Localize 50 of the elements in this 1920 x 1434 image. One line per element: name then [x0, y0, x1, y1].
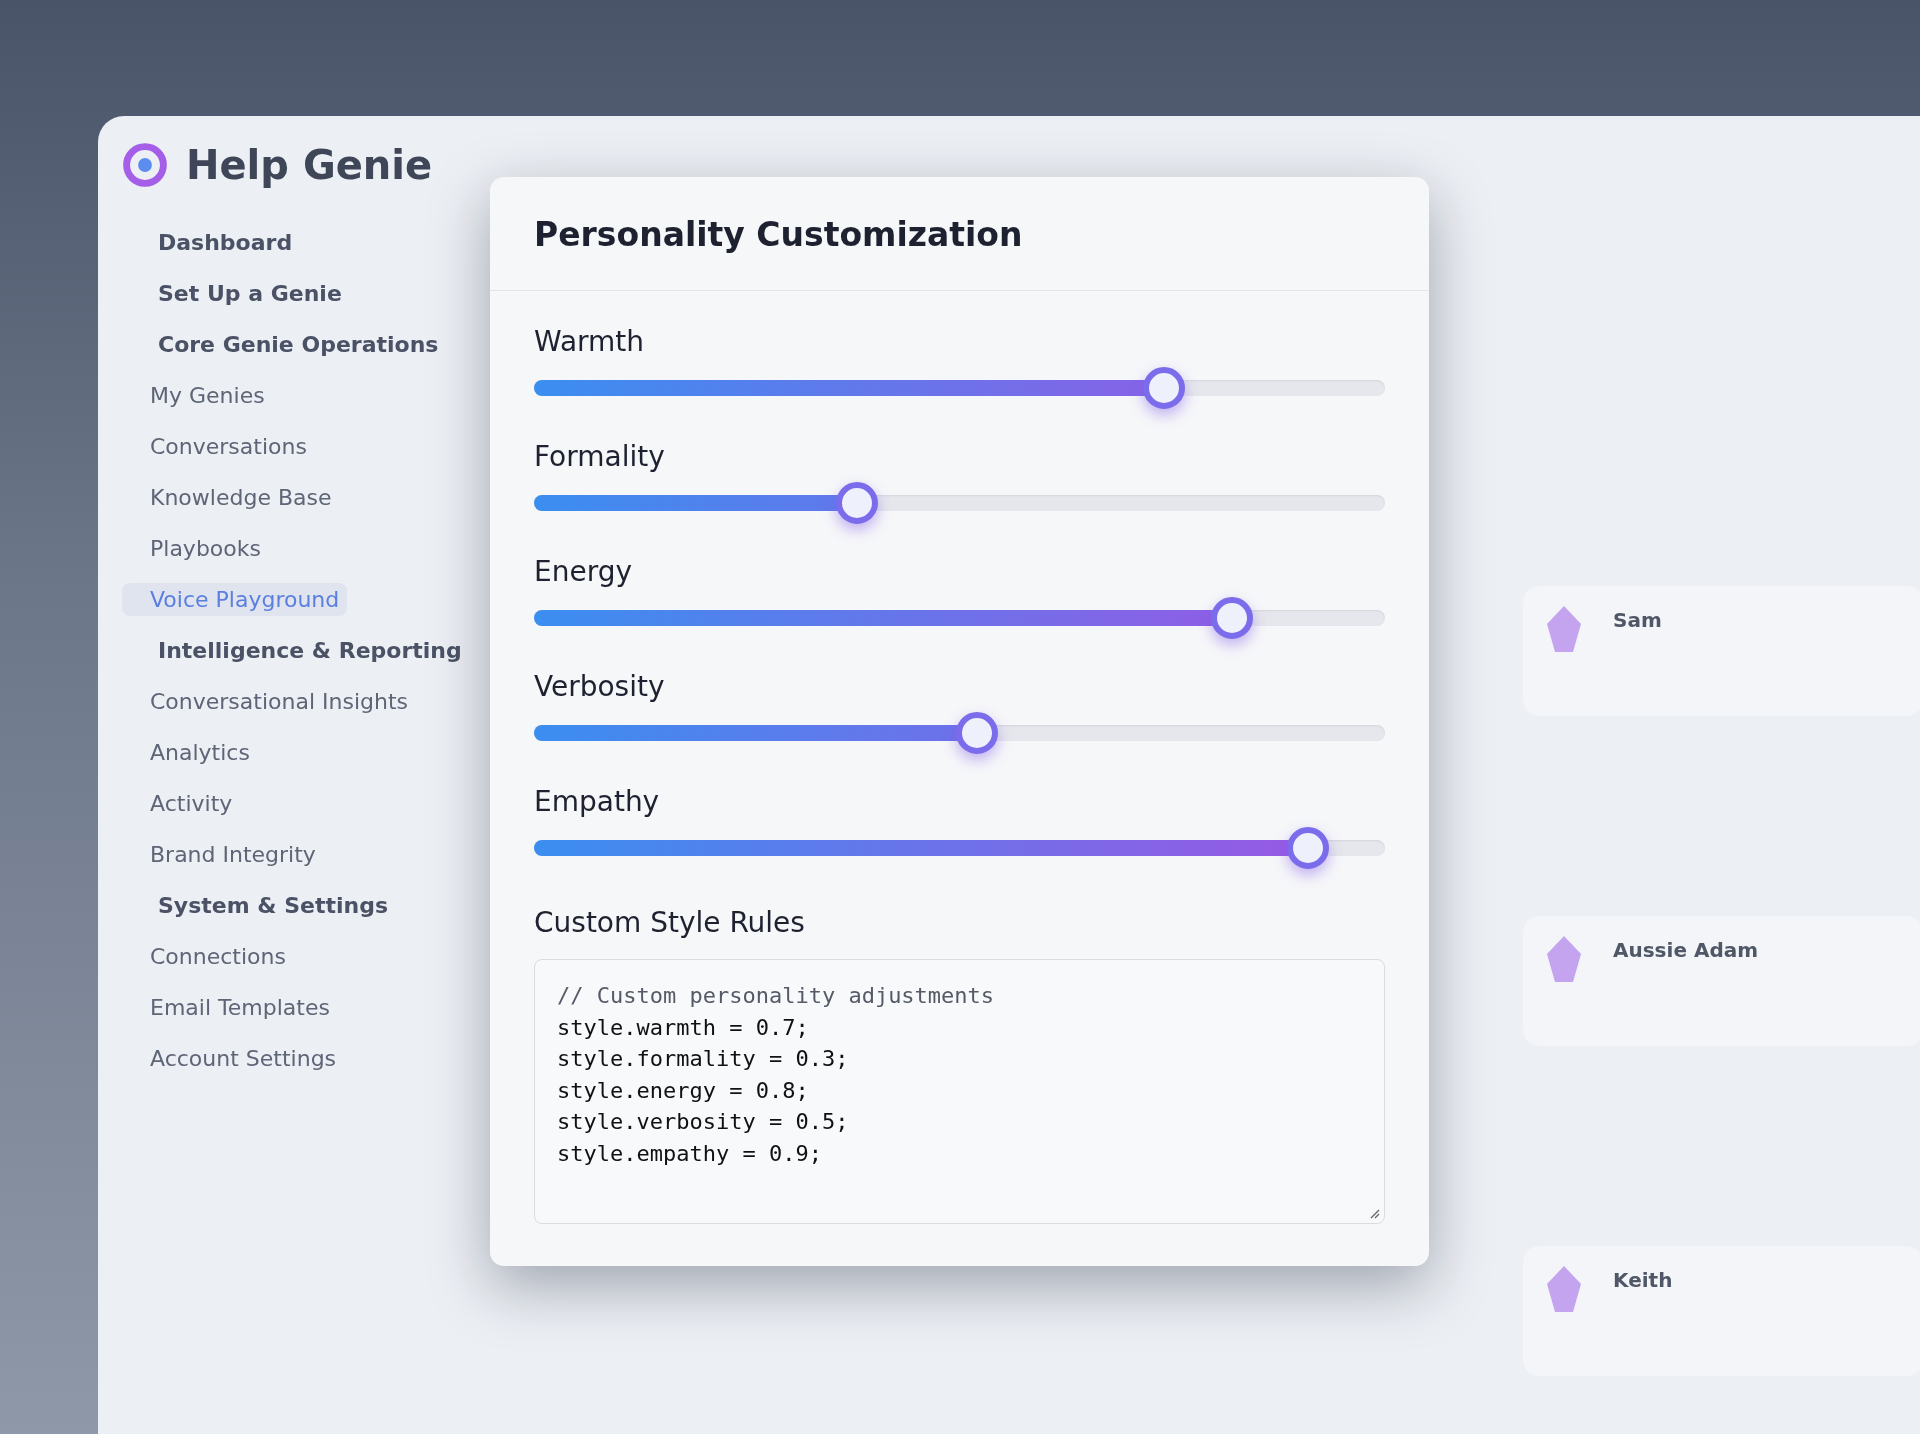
sidebar-item[interactable]: Set Up a Genie	[122, 277, 350, 310]
slider[interactable]	[534, 711, 1385, 755]
sidebar-item[interactable]: Dashboard	[122, 226, 301, 259]
code-line: style.formality = 0.3;	[557, 1045, 849, 1073]
slider-label: Formality	[534, 440, 665, 473]
voice-card[interactable]: Sam	[1523, 586, 1920, 716]
code-editor[interactable]: // Custom personality adjustments style.warmth = 0.7; style.formality = 0.3; style.energy = 0.8; style.verbosity = 0.5; style.empathy = 0.9;	[534, 959, 1385, 1224]
slider-label: Empathy	[534, 785, 660, 818]
resize-grip-icon	[1368, 1207, 1380, 1219]
slider-thumb[interactable]	[955, 712, 998, 754]
voice-name: Aussie Adam	[1613, 938, 1759, 962]
slider-thumb[interactable]	[836, 482, 879, 524]
logo-icon	[122, 142, 168, 188]
brand-name: Help Genie	[186, 142, 433, 188]
voice-card[interactable]: Keith	[1523, 1246, 1920, 1376]
sidebar-item[interactable]: Connections	[122, 940, 294, 973]
slider-thumb[interactable]	[1287, 827, 1330, 869]
sidebar-item[interactable]: Account Settings	[122, 1042, 345, 1075]
slider[interactable]	[534, 826, 1385, 870]
code-line: style.empathy = 0.9;	[557, 1139, 822, 1168]
sidebar-item[interactable]: Core Genie Operations	[122, 328, 447, 361]
sidebar-item[interactable]: Brand Integrity	[122, 838, 324, 871]
voice-card[interactable]: Aussie Adam	[1523, 916, 1920, 1046]
voice-name: Keith	[1613, 1268, 1673, 1292]
sidebar-item[interactable]: Analytics	[122, 736, 258, 769]
voice-name: Sam	[1613, 608, 1662, 632]
sidebar-item[interactable]: My Genies	[122, 379, 273, 412]
slider-label: Energy	[534, 555, 633, 588]
slider-thumb[interactable]	[1142, 367, 1185, 409]
slider-label: Verbosity	[534, 670, 665, 703]
code-line: // Custom personality adjustments	[557, 982, 995, 1010]
slider[interactable]	[534, 366, 1385, 410]
sidebar-item[interactable]: Conversational Insights	[122, 685, 417, 718]
dialog-title: Personality Customization	[534, 215, 1023, 254]
code-line: style.warmth = 0.7;	[557, 1013, 809, 1042]
sidebar-item[interactable]: Activity	[122, 787, 241, 820]
sidebar-item[interactable]: Knowledge Base	[122, 481, 340, 514]
sidebar-item[interactable]: Conversations	[122, 430, 315, 463]
slider-thumb[interactable]	[1210, 597, 1253, 639]
rules-label: Custom Style Rules	[534, 906, 805, 939]
sidebar-item[interactable]: System & Settings	[122, 889, 396, 922]
code-line: style.verbosity = 0.5;	[557, 1108, 849, 1136]
sidebar-item[interactable]: Intelligence & Reporting	[122, 634, 470, 667]
sidebar-item[interactable]: Email Templates	[122, 991, 338, 1024]
slider[interactable]	[534, 596, 1385, 640]
slider[interactable]	[534, 481, 1385, 525]
sidebar-item[interactable]: Voice Playground	[122, 583, 348, 616]
slider-label: Warmth	[534, 325, 645, 358]
code-line: style.energy = 0.8;	[557, 1076, 809, 1105]
sidebar-item[interactable]: Playbooks	[122, 532, 269, 565]
